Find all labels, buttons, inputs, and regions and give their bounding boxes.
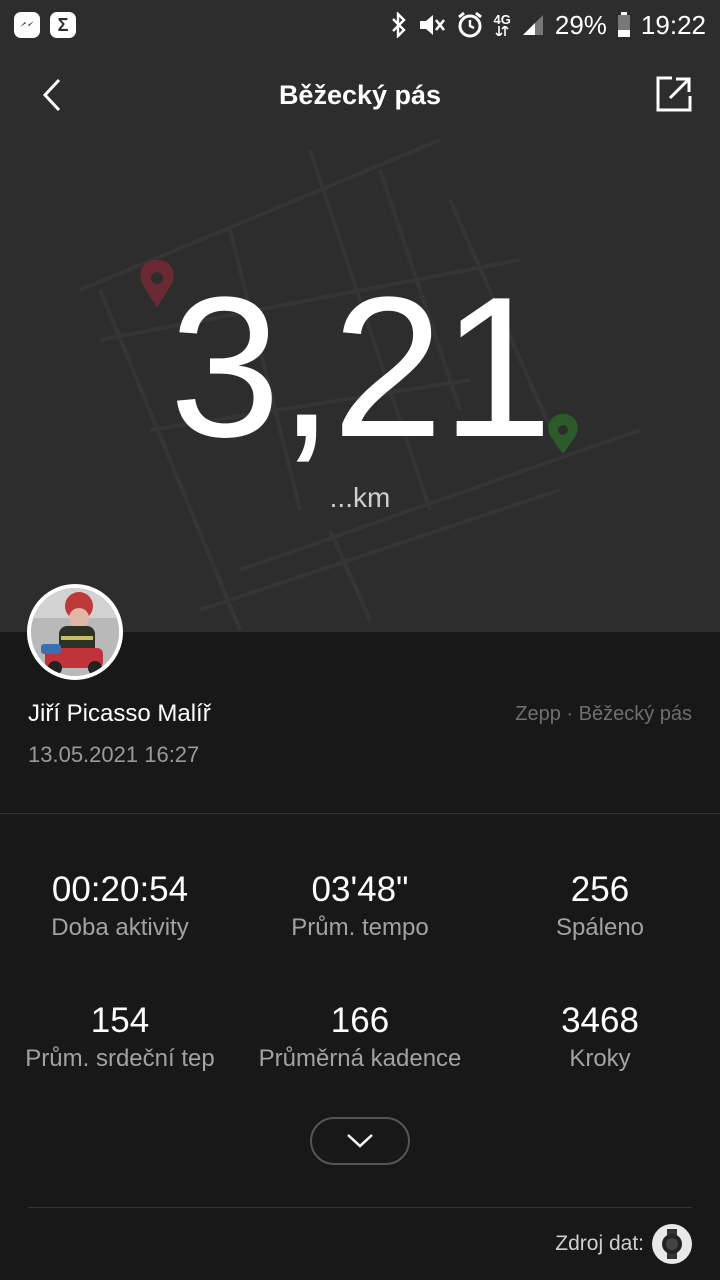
share-button[interactable] bbox=[654, 74, 694, 114]
stat-avg-pace: 03'48" Prům. tempo bbox=[240, 870, 480, 944]
stat-duration: 00:20:54 Doba aktivity bbox=[0, 870, 240, 944]
avatar-photo bbox=[31, 588, 119, 676]
battery-icon bbox=[617, 12, 631, 38]
stat-value: 03'48" bbox=[311, 870, 409, 909]
divider bbox=[28, 1207, 692, 1208]
distance-unit: ...km bbox=[329, 482, 391, 513]
stat-steps: 3468 Kroky bbox=[480, 1001, 720, 1075]
sigma-app-icon: Σ bbox=[50, 12, 76, 38]
stat-avg-cadence: 166 Průměrná kadence bbox=[240, 1001, 480, 1075]
chevron-left-icon bbox=[42, 78, 61, 112]
status-time: 19:22 bbox=[640, 9, 706, 40]
activity-source: Zepp · Běžecký pás bbox=[515, 703, 692, 725]
stat-value: 00:20:54 bbox=[51, 870, 189, 909]
back-button[interactable] bbox=[30, 72, 76, 118]
stat-calories: 256 Spáleno bbox=[480, 870, 720, 944]
distance-value: 3,21 bbox=[169, 256, 552, 479]
stat-label: Průměrná kadence bbox=[258, 1045, 462, 1072]
alarm-icon bbox=[456, 11, 484, 39]
network-type: 4G bbox=[494, 13, 511, 36]
stat-label: Spáleno bbox=[555, 914, 645, 941]
share-icon bbox=[656, 76, 692, 112]
data-source[interactable]: Zdroj dat: bbox=[555, 1224, 692, 1264]
expand-stats-button[interactable] bbox=[310, 1117, 410, 1165]
stat-value: 166 bbox=[330, 1001, 390, 1040]
stat-label: Kroky bbox=[569, 1045, 631, 1072]
signal-icon bbox=[521, 13, 545, 37]
user-name: Jiří Picasso Malíř bbox=[28, 700, 211, 727]
messenger-icon bbox=[14, 12, 40, 38]
chevron-down-icon bbox=[347, 1134, 373, 1148]
stat-value: 3468 bbox=[561, 1001, 639, 1040]
watch-icon bbox=[652, 1224, 692, 1264]
stat-label: Doba aktivity bbox=[51, 914, 189, 941]
battery-percent: 29% bbox=[554, 9, 607, 40]
activity-map-hero: Běžecký pás 3,21 ...km bbox=[0, 50, 720, 632]
page-title: Běžecký pás bbox=[278, 79, 442, 110]
stat-value: 256 bbox=[570, 870, 630, 909]
stat-avg-heart-rate: 154 Prům. srdeční tep bbox=[0, 1001, 240, 1075]
data-source-label: Zdroj dat: bbox=[555, 1232, 644, 1255]
divider bbox=[0, 813, 720, 814]
mute-icon bbox=[418, 12, 446, 38]
bluetooth-icon bbox=[390, 12, 408, 38]
stat-label: Prům. tempo bbox=[291, 914, 429, 941]
top-app-bar: Běžecký pás bbox=[0, 50, 720, 140]
stat-label: Prům. srdeční tep bbox=[25, 1045, 215, 1072]
activity-datetime: 13.05.2021 16:27 bbox=[28, 742, 200, 767]
status-bar: Σ 4G 29% 19:22 bbox=[0, 0, 720, 50]
avatar[interactable] bbox=[27, 584, 123, 680]
stat-value: 154 bbox=[90, 1001, 150, 1040]
